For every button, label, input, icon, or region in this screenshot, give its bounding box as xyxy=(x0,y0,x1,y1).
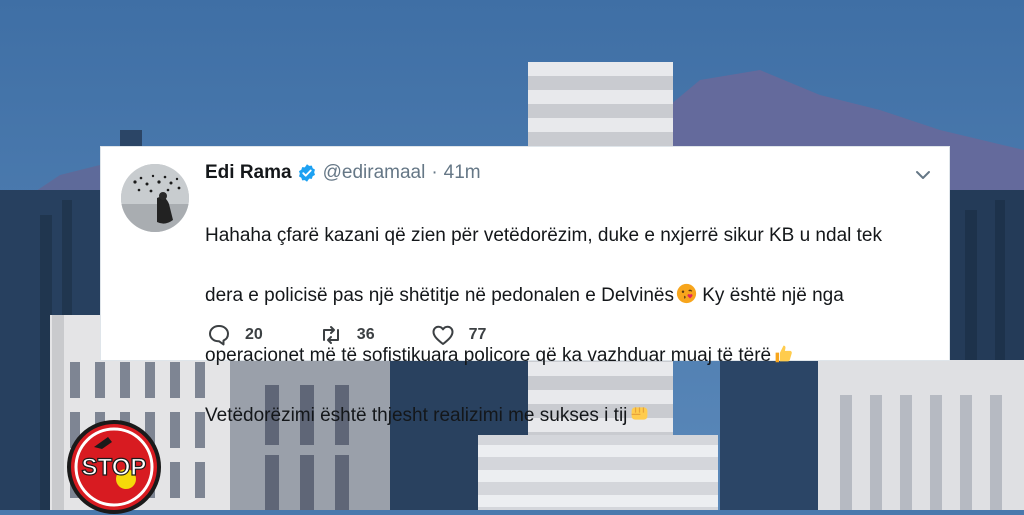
tweet-line-4: Vetëdorëzimi është thjesht realizimi me … xyxy=(205,401,925,431)
tweet-card[interactable]: Edi Rama @ediramaal · 41m Hahaha çfarë k… xyxy=(100,146,950,426)
tweet-line-1: Hahaha çfarë kazani që zien për vetëdorë… xyxy=(205,225,882,246)
tweet-line-2-text: dera e policisë pas një shëtitje në pedo… xyxy=(205,285,674,306)
stop-logo-text: STOP xyxy=(82,454,147,481)
like-icon xyxy=(432,325,454,345)
reply-icon xyxy=(209,325,229,346)
retweet-count: 36 xyxy=(356,326,375,343)
fist-emoji-icon xyxy=(632,407,648,420)
timestamp[interactable]: 41m xyxy=(444,162,481,184)
thumbs-up-emoji-icon xyxy=(775,345,792,363)
reply-count: 20 xyxy=(245,326,263,343)
stop-logo: STOP xyxy=(67,420,161,514)
like-button[interactable]: 77 xyxy=(431,323,487,347)
tweet-header: Edi Rama @ediramaal · 41m xyxy=(205,161,481,185)
verified-badge-icon xyxy=(298,164,315,182)
retweet-icon xyxy=(322,326,339,344)
like-count: 77 xyxy=(468,326,487,343)
tweet-line-2: dera e policisë pas një shëtitje në pedo… xyxy=(205,281,925,311)
reply-button[interactable]: 20 xyxy=(207,323,263,347)
tweet-line-3-text: operacionet më të sofistikuara policore … xyxy=(205,345,772,366)
chevron-down-icon[interactable] xyxy=(913,165,933,185)
kiss-emoji-icon xyxy=(676,283,697,304)
avatar[interactable] xyxy=(121,164,189,232)
retweet-button[interactable]: 36 xyxy=(319,323,375,347)
separator-dot: · xyxy=(431,162,438,183)
tweet-actions: 20 36 77 xyxy=(207,323,542,347)
tweet-line-2-after: Ky është një nga xyxy=(696,285,844,306)
tweet-line-4-text: Vetëdorëzimi është thjesht realizimi me … xyxy=(205,405,628,426)
handle[interactable]: @ediramaal xyxy=(323,162,426,184)
display-name[interactable]: Edi Rama xyxy=(205,162,292,184)
avatar-photo-icon xyxy=(121,164,189,232)
